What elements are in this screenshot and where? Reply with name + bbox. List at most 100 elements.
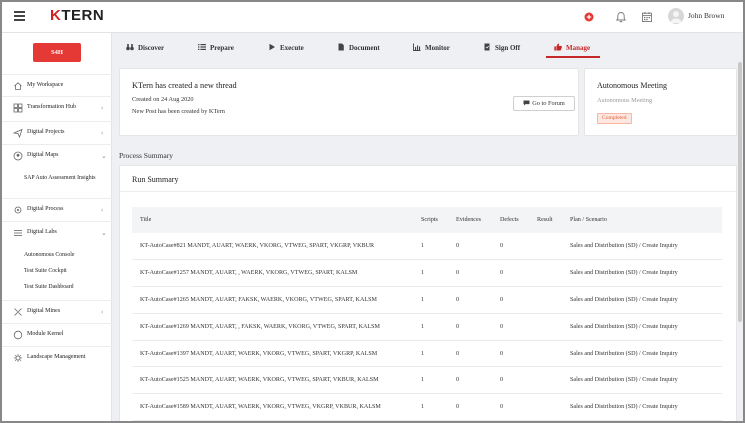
cell-plan-scenario: Sales and Distribution (SD) / Create Inq… xyxy=(570,323,678,330)
sidebar-item-label: Landscape Management xyxy=(27,354,86,360)
ktern-logo[interactable]: KTERN xyxy=(50,7,104,24)
tab-manage[interactable]: Manage xyxy=(546,38,600,58)
cell-plan-scenario: Sales and Distribution (SD) / Create Inq… xyxy=(570,377,678,384)
thread-created-date: Created on 24 Aug 2020 xyxy=(132,96,194,103)
sidebar-item-digital-maps[interactable]: Digital Maps ⌄ xyxy=(2,144,112,166)
col-defects[interactable]: Defects xyxy=(492,207,529,233)
chevron-left-icon: ‹ xyxy=(101,308,104,316)
binoculars-icon xyxy=(126,44,134,51)
app-window: KTERN John Brown S4H My Workspace Transf… xyxy=(0,0,745,423)
col-plan-scenario[interactable]: Plan / Scenario xyxy=(562,207,722,233)
home-icon xyxy=(14,82,22,90)
chart-icon xyxy=(413,43,421,51)
go-to-forum-label: Go to Forum xyxy=(532,100,565,107)
cell-result xyxy=(529,287,562,314)
sidebar-subitem-test-suite-dashboard[interactable]: Test Suite Dashboard xyxy=(24,283,104,292)
sidebar-item-digital-mines[interactable]: Digital Mines ‹ xyxy=(2,300,112,322)
map-icon xyxy=(13,151,23,161)
page-scrollbar[interactable] xyxy=(738,62,742,322)
sidebar-subitem-test-suite-cockpit[interactable]: Test Suite Cockpit xyxy=(24,267,104,276)
tab-label: Manage xyxy=(566,44,591,52)
col-scripts[interactable]: Scripts xyxy=(413,207,448,233)
sidebar-subitem-autonomous-console[interactable]: Autonomous Console xyxy=(24,251,104,260)
cell-title: KT-AutoCase#1397 MANDT, AUART, WAERK, VK… xyxy=(140,350,378,357)
chevron-down-icon: ⌄ xyxy=(101,229,107,237)
run-summary-card: Run Summary Title Scripts Evidences Defe… xyxy=(119,165,737,421)
table-row[interactable]: KT-AutoCase#1257 MANDT, AUART, , WAERK, … xyxy=(132,260,722,287)
logo-accent: K xyxy=(50,7,62,24)
cell-plan-scenario: Sales and Distribution (SD) / Create Inq… xyxy=(570,404,678,411)
tab-prepare[interactable]: Prepare xyxy=(198,38,234,58)
sidebar-subitem-sap-auto-assessment[interactable]: SAP Auto Assessment Insights xyxy=(24,174,104,183)
tab-label: Execute xyxy=(280,44,304,52)
cell-scripts: 1 xyxy=(421,404,425,411)
thread-subtitle: New Post has been created by KTern xyxy=(132,108,225,115)
status-badge: Completed xyxy=(597,113,632,124)
cell-evidences: 0 xyxy=(456,270,460,277)
chevron-left-icon: ‹ xyxy=(101,206,104,214)
thumbs-up-icon xyxy=(554,43,562,51)
cell-result xyxy=(529,394,562,421)
list-icon xyxy=(198,44,206,50)
table-row[interactable]: KT-AutoCase#1397 MANDT, AUART, WAERK, VK… xyxy=(132,340,722,367)
cell-title: KT-AutoCase#821 MANDT, AUART, WAERK, VKO… xyxy=(140,243,375,250)
document-icon xyxy=(338,43,344,51)
go-to-forum-button[interactable]: Go to Forum xyxy=(513,96,575,111)
table-row[interactable]: KT-AutoCase#1265 MANDT, AUART, FAKSK, WA… xyxy=(132,287,722,314)
sidebar-item-my-workspace[interactable]: My Workspace xyxy=(2,74,112,96)
cell-title: KT-AutoCase#1257 MANDT, AUART, , WAERK, … xyxy=(140,270,358,277)
sidebar-item-label: Digital Mines xyxy=(27,308,61,314)
table-header-row: Title Scripts Evidences Defects Result P… xyxy=(132,207,722,233)
run-summary-divider xyxy=(120,191,736,192)
cell-scripts: 1 xyxy=(421,323,425,330)
tab-label: Document xyxy=(349,44,380,52)
play-icon xyxy=(269,43,275,51)
add-circle-icon[interactable] xyxy=(582,10,596,24)
cell-defects: 0 xyxy=(500,243,504,250)
sidebar-item-label: Digital Maps xyxy=(27,152,59,158)
cell-evidences: 0 xyxy=(456,243,460,250)
tab-label: Sign Off xyxy=(495,44,521,52)
process-icon xyxy=(14,206,22,214)
user-avatar[interactable] xyxy=(668,8,684,24)
cell-result xyxy=(529,340,562,367)
sidebar-item-label: Digital Process xyxy=(27,206,64,212)
cell-result xyxy=(529,367,562,394)
sidebar-item-digital-labs[interactable]: Digital Labs ⌄ xyxy=(2,221,112,243)
kernel-icon xyxy=(13,330,23,340)
sidebar-item-label: Digital Labs xyxy=(27,229,57,235)
cell-scripts: 1 xyxy=(421,243,425,250)
sidebar-item-transformation-hub[interactable]: Transformation Hub ‹ xyxy=(2,96,112,118)
col-evidences[interactable]: Evidences xyxy=(448,207,492,233)
col-title[interactable]: Title xyxy=(132,207,413,233)
table-row[interactable]: KT-AutoCase#1525 MANDT, AUART, WAERK, VK… xyxy=(132,367,722,394)
sidebar-item-label: Digital Projects xyxy=(27,129,65,135)
mines-icon xyxy=(14,308,22,316)
bell-icon[interactable] xyxy=(614,10,628,24)
user-name[interactable]: John Brown xyxy=(688,11,724,20)
sidebar-item-digital-process[interactable]: Digital Process ‹ xyxy=(2,198,112,220)
s4h-button[interactable]: S4H xyxy=(33,43,81,62)
tab-discover[interactable]: Discover xyxy=(126,38,164,58)
cell-defects: 0 xyxy=(500,404,504,411)
chevron-left-icon: ‹ xyxy=(101,129,104,137)
tab-monitor[interactable]: Monitor xyxy=(413,38,450,58)
tab-sign-off[interactable]: Sign Off xyxy=(483,38,520,58)
col-result[interactable]: Result xyxy=(529,207,562,233)
sidebar: S4H My Workspace Transformation Hub ‹ Di… xyxy=(2,33,112,421)
tab-execute[interactable]: Execute xyxy=(268,38,304,58)
calendar-icon[interactable] xyxy=(640,10,654,24)
cell-defects: 0 xyxy=(500,377,504,384)
cell-title: KT-AutoCase#1525 MANDT, AUART, WAERK, VK… xyxy=(140,377,379,384)
sidebar-item-digital-projects[interactable]: Digital Projects ‹ xyxy=(2,121,112,143)
hamburger-menu-icon[interactable] xyxy=(14,11,25,21)
meeting-card: Autonomous Meeting Autonomous Meeting Co… xyxy=(584,68,737,136)
table-row[interactable]: KT-AutoCase#821 MANDT, AUART, WAERK, VKO… xyxy=(132,233,722,260)
table-row[interactable]: KT-AutoCase#1589 MANDT, AUART, WAERK, VK… xyxy=(132,394,722,421)
sidebar-item-landscape-management[interactable]: Landscape Management xyxy=(2,346,112,368)
logo-text: TERN xyxy=(61,7,105,24)
tab-document[interactable]: Document xyxy=(337,38,380,58)
sidebar-item-module-kernel[interactable]: Module Kernel xyxy=(2,323,112,345)
cell-result xyxy=(529,313,562,340)
table-row[interactable]: KT-AutoCase#1269 MANDT, AUART, , FAKSK, … xyxy=(132,313,722,341)
